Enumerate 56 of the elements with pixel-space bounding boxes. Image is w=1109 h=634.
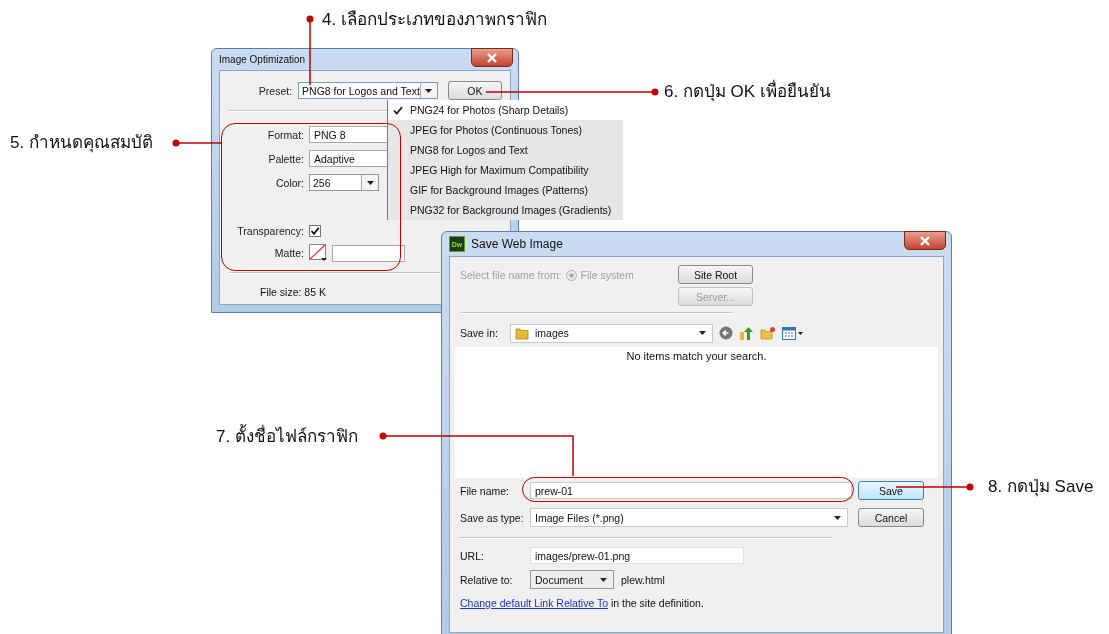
caret-icon: [834, 515, 841, 520]
window-title: Save Web Image: [471, 237, 563, 251]
site-root-button[interactable]: Site Root: [678, 265, 753, 284]
preset-menu-item[interactable]: GIF for Background Images (Patterns): [388, 180, 623, 200]
relative-to-dropdown[interactable]: Document: [530, 570, 614, 589]
matte-label: Matte:: [274, 247, 304, 259]
change-link-relative-link[interactable]: Change default Link Relative To: [460, 597, 609, 609]
relative-to-label: Relative to:: [460, 573, 513, 586]
save-as-type-label: Save as type:: [460, 511, 524, 524]
palette-label: Palette:: [268, 152, 304, 165]
annotation-text: 5. กำหนดคุณสมบัติ: [10, 134, 153, 151]
empty-message: No items match your search.: [626, 350, 767, 362]
save-as-type-dropdown[interactable]: Image Files (*.png): [530, 508, 848, 527]
save-button[interactable]: Save: [858, 481, 924, 500]
annotation-text: 4. เลือกประเภทของภาพกราฟิก: [322, 11, 547, 28]
caret-icon: [425, 88, 433, 93]
site-definition-note: Change default Link Relative To in the site definition.: [460, 597, 705, 609]
leader-line: [306, 15, 314, 86]
caret-icon: [600, 577, 607, 582]
relative-file-text: plew.html: [621, 573, 665, 586]
file-name-field[interactable]: prew-01: [530, 482, 852, 499]
close-button[interactable]: [904, 231, 946, 250]
save-in-label: Save in:: [460, 327, 499, 339]
new-folder-icon[interactable]: [760, 326, 776, 340]
url-field[interactable]: images/prew-01.png: [530, 547, 744, 564]
url-label: URL:: [460, 549, 484, 562]
back-icon[interactable]: [719, 326, 733, 340]
close-icon: [919, 235, 931, 246]
file-size-text: File size: 85 K: [259, 286, 327, 298]
transparency-checkbox[interactable]: [309, 225, 321, 237]
close-icon: [486, 52, 498, 63]
checkmark-icon: [393, 105, 403, 115]
color-dropdown[interactable]: 256: [309, 174, 379, 191]
up-folder-icon[interactable]: [739, 325, 754, 341]
cancel-button[interactable]: Cancel: [858, 508, 924, 527]
leader-line: [172, 139, 222, 147]
select-from-label: Select file name from:: [460, 269, 562, 281]
file-name-label: File name:: [460, 484, 511, 497]
preset-label: Preset:: [257, 84, 293, 97]
color-swatch-icon[interactable]: [309, 244, 328, 262]
preset-menu-item[interactable]: PNG24 for Photos (Sharp Details): [388, 100, 623, 120]
close-button[interactable]: [471, 48, 513, 67]
save-in-dropdown[interactable]: images: [510, 323, 713, 343]
preset-menu-item[interactable]: PNG32 for Background Images (Gradients): [388, 200, 623, 220]
folder-icon: [515, 326, 529, 340]
caret-icon: [366, 180, 374, 185]
matte-color-field[interactable]: [332, 244, 405, 262]
window-title: Image Optimization: [219, 54, 306, 65]
view-menu-icon[interactable]: [782, 326, 804, 340]
preset-dropdown[interactable]: PNG8 for Logos and Text: [298, 82, 438, 99]
format-label: Format:: [267, 128, 304, 141]
transparency-label: Transparency:: [237, 225, 304, 237]
annotation-text: 8. กดปุ่ม Save: [988, 478, 1094, 495]
ok-button[interactable]: OK: [447, 81, 502, 100]
caret-icon: [699, 331, 706, 335]
color-label: Color:: [276, 176, 304, 189]
